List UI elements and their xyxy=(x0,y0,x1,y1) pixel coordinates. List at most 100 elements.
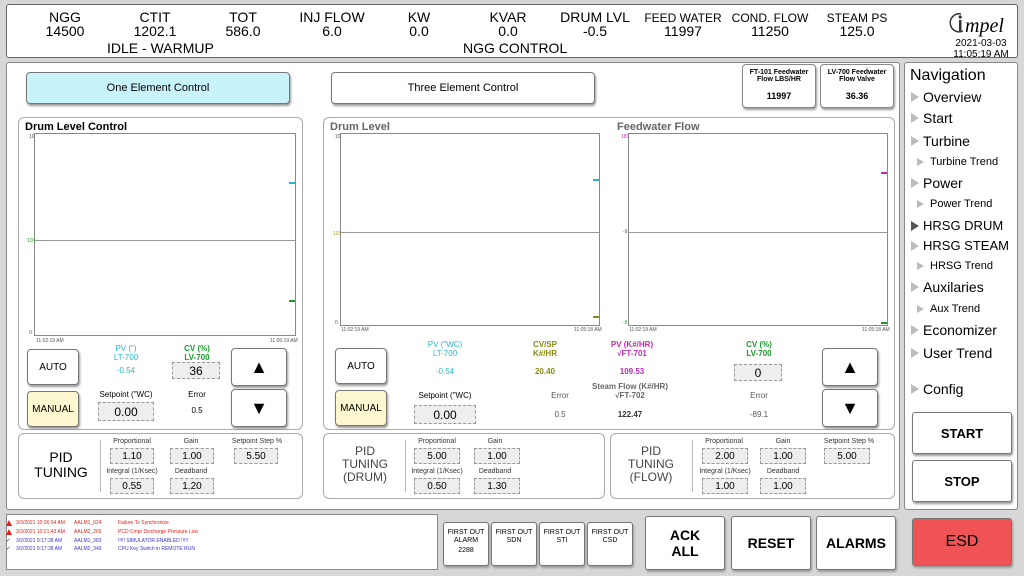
pv-trend-marker xyxy=(593,179,599,181)
ack-all-line2: ALL xyxy=(671,543,699,559)
nav-overview[interactable]: Overview xyxy=(911,89,981,105)
alarm-row[interactable]: ✓ 3/2/2021 9:17:38 AM AALM2_349 CPU Key … xyxy=(6,546,195,552)
nav-power-trend[interactable]: Power Trend xyxy=(917,198,992,210)
cv-tag-3e: LV-700 xyxy=(746,349,772,358)
deadband-field[interactable]: 1.20 xyxy=(170,478,214,494)
chart-center-line xyxy=(341,232,599,233)
cv-output-field[interactable]: 36 xyxy=(172,362,220,379)
pid-flow-title-line3: (FLOW) xyxy=(629,470,673,484)
pid-flow-divider xyxy=(692,440,693,492)
increase-button-3e[interactable]: ▲ xyxy=(822,348,878,386)
alarm-message: Failure To Synchronize xyxy=(118,520,169,526)
nav-hrsg-steam[interactable]: HRSG STEAM xyxy=(911,238,1009,253)
nav-economizer[interactable]: Economizer xyxy=(911,322,997,338)
auto-button-3e[interactable]: AUTO xyxy=(335,348,387,384)
nav-power-trend-label: Power Trend xyxy=(930,198,993,210)
gain-label: Gain xyxy=(183,438,199,445)
setpoint-step-label: Setpoint Step % xyxy=(231,438,283,445)
deadband-field-flow[interactable]: 1.00 xyxy=(760,478,806,494)
setpoint-step-field[interactable]: 5.50 xyxy=(234,448,278,464)
chart-time-end: 11:05:18 AM xyxy=(862,327,890,333)
chart-time-end: 11:05:19 AM xyxy=(270,338,298,344)
date-text: 2021-03-03 xyxy=(955,38,1007,49)
pid-drum-title-line3: (DRUM) xyxy=(343,470,387,484)
nav-hrsg-drum-label: HRSG DRUM xyxy=(923,218,1004,233)
first-out-sti-button[interactable]: FIRST OUT STI xyxy=(539,522,585,566)
pvk-value: 109.53 xyxy=(619,367,645,376)
nav-start[interactable]: Start xyxy=(911,110,953,126)
ft101-flow-box: FT-101 Feedwater Flow LBS/HR 11997 xyxy=(742,64,816,108)
first-out-csd-button[interactable]: FIRST OUT CSD xyxy=(587,522,633,566)
stop-button[interactable]: STOP xyxy=(912,460,1012,502)
integral-field[interactable]: 0.55 xyxy=(110,478,154,494)
reset-button[interactable]: RESET xyxy=(731,516,811,570)
proportional-field-drum[interactable]: 5.00 xyxy=(414,448,460,464)
ack-all-button[interactable]: ACK ALL xyxy=(645,516,725,570)
setpoint-step-field-flow[interactable]: 5.00 xyxy=(824,448,870,464)
nav-user-trend[interactable]: User Trend xyxy=(911,345,992,361)
alarms-button[interactable]: ALARMS xyxy=(816,516,896,570)
auto-button[interactable]: AUTO xyxy=(27,349,79,385)
error-value: 0.5 xyxy=(191,406,203,415)
nav-user-trend-label: User Trend xyxy=(923,345,993,361)
nav-power-label: Power xyxy=(923,175,963,191)
alarm-row[interactable]: ✓ 3/2/2021 9:17:38 AM AALM1_383 !!!!! SI… xyxy=(6,538,188,544)
integral-label-flow: Integral (1/Ksec) xyxy=(699,468,751,475)
proportional-field-flow[interactable]: 2.00 xyxy=(702,448,748,464)
nav-turbine[interactable]: Turbine xyxy=(911,133,970,149)
cv-output-field-3e[interactable]: 0 xyxy=(734,364,782,381)
alarm-row[interactable]: 3/3/2021 10:21:43 AM AALM2_265 PCD Cmpr … xyxy=(6,529,198,535)
nav-hrsg-trend[interactable]: HRSG Trend xyxy=(917,260,993,272)
first-out-value: 2288 xyxy=(458,547,474,554)
first-out-type: ALARM xyxy=(453,537,479,544)
three-element-control-button[interactable]: Three Element Control xyxy=(331,72,595,104)
alarm-time: 3/3/2021 10:21:43 AM xyxy=(16,529,65,535)
pvk-trend-marker xyxy=(881,172,887,174)
first-out-alarm-button[interactable]: FIRST OUT ALARM 2288 xyxy=(443,522,489,566)
alarm-ack-icon: ✓ xyxy=(6,538,12,544)
nav-hrsg-drum[interactable]: HRSG DRUM xyxy=(911,218,1003,233)
setpoint-field-3e[interactable]: 0.00 xyxy=(414,405,476,424)
setpoint-label: Setpoint ("WC) xyxy=(99,390,153,399)
impel-logo: mpel xyxy=(947,9,1017,39)
gain-field[interactable]: 1.00 xyxy=(170,448,214,464)
first-out-type: SDN xyxy=(506,537,522,544)
one-element-control-button[interactable]: One Element Control xyxy=(26,72,290,104)
alarm-bell-icon xyxy=(6,529,12,535)
cvsp-label: CV/SP xyxy=(532,340,557,349)
manual-button[interactable]: MANUAL xyxy=(27,391,79,427)
chart-tick-bottom: -8 xyxy=(623,320,628,326)
error-value-3e: 0.5 xyxy=(554,410,566,419)
gain-field-flow[interactable]: 1.00 xyxy=(760,448,806,464)
nav-config[interactable]: Config xyxy=(911,381,963,397)
start-button[interactable]: START xyxy=(912,412,1012,454)
nav-turbine-trend[interactable]: Turbine Trend xyxy=(917,156,998,168)
arrow-right-icon xyxy=(911,92,919,102)
decrease-button-3e[interactable]: ▼ xyxy=(822,389,878,427)
deadband-field-drum[interactable]: 1.30 xyxy=(474,478,520,494)
feedwater-flow-title: Feedwater Flow xyxy=(617,121,700,133)
manual-button-3e[interactable]: MANUAL xyxy=(335,390,387,426)
cv-trend-marker xyxy=(881,322,887,324)
setpoint-field[interactable]: 0.00 xyxy=(98,402,154,421)
operating-mode: IDLE - WARMUP xyxy=(107,40,214,56)
increase-button[interactable]: ▲ xyxy=(231,348,287,386)
cv-trend-marker xyxy=(289,300,295,302)
first-out-sdn-button[interactable]: FIRST OUT SDN xyxy=(491,522,537,566)
pid-tuning-flow-title: PID TUNING (FLOW) xyxy=(612,445,690,484)
esd-button[interactable]: ESD xyxy=(912,518,1012,566)
decrease-button[interactable]: ▼ xyxy=(231,389,287,427)
integral-field-drum[interactable]: 0.50 xyxy=(414,478,460,494)
alarm-row[interactable]: 3/3/2021 10:36:54 AM AALM1_024 Failure T… xyxy=(6,520,169,526)
nav-aux-trend[interactable]: Aux Trend xyxy=(917,303,980,315)
deadband-label: Deadband xyxy=(174,468,208,475)
proportional-field[interactable]: 1.10 xyxy=(110,448,154,464)
integral-field-flow[interactable]: 1.00 xyxy=(702,478,748,494)
gain-field-drum[interactable]: 1.00 xyxy=(474,448,520,464)
pv-value-3e: -0.54 xyxy=(435,367,455,376)
nav-power[interactable]: Power xyxy=(911,175,963,191)
nav-auxilaries[interactable]: Auxilaries xyxy=(911,279,984,295)
arrow-right-icon xyxy=(911,136,919,146)
gain-label-drum: Gain xyxy=(487,438,503,445)
arrow-right-icon xyxy=(911,282,919,292)
